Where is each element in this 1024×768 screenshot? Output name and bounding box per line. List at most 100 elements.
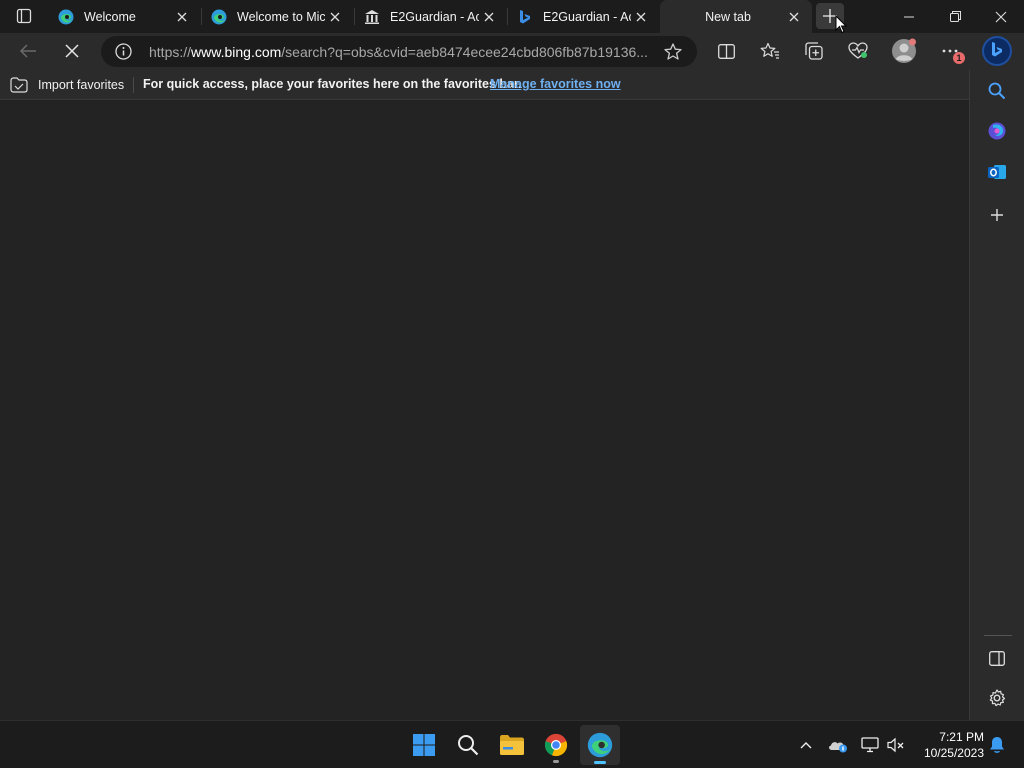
institution-icon [364, 9, 380, 25]
close-window-button[interactable] [978, 0, 1024, 33]
sidebar-settings-button[interactable] [982, 683, 1012, 713]
close-tab-icon[interactable] [172, 7, 192, 27]
hide-sidebar-button[interactable] [982, 643, 1012, 673]
active-indicator [594, 761, 606, 764]
onedrive-icon [829, 742, 847, 753]
collections-icon [805, 42, 823, 60]
tab-title: E2Guardian - Ac [543, 9, 631, 24]
volume-tray-button[interactable] [884, 733, 908, 757]
clock-time: 7:21 PM [939, 730, 984, 744]
profile-button[interactable] [887, 35, 921, 67]
close-tab-icon[interactable] [479, 7, 499, 27]
tab-new-tab[interactable]: New tab [660, 0, 812, 33]
tab-strip: Welcome Welcome to Mic E2Guardian - Ac E… [0, 0, 1024, 34]
tab-e2guardian-1[interactable]: E2Guardian - Ac [354, 0, 507, 33]
favorites-icon [760, 42, 779, 59]
sidebar-outlook-button[interactable] [982, 157, 1012, 187]
import-favorites-icon [10, 76, 30, 94]
split-screen-button[interactable] [709, 35, 743, 67]
minimize-button[interactable] [886, 0, 932, 33]
bing-icon [517, 9, 533, 25]
tab-actions-icon [16, 8, 32, 24]
outlook-icon [988, 165, 1006, 179]
favorites-bar: Import favorites For quick access, place… [0, 70, 970, 100]
close-icon [995, 11, 1007, 22]
edge-icon [211, 9, 227, 25]
import-favorites-label: Import favorites [38, 78, 125, 92]
tab-welcome-to-microsoft[interactable]: Welcome to Mic [201, 0, 353, 33]
sidebar-discover-button[interactable] [982, 116, 1012, 146]
tab-welcome[interactable]: Welcome [48, 0, 200, 33]
restore-icon [949, 11, 961, 22]
minimize-icon [904, 16, 914, 17]
chevron-up-icon [800, 742, 812, 749]
favorites-button[interactable] [753, 35, 787, 67]
chrome-taskbar-button[interactable] [536, 725, 576, 765]
bell-icon [990, 737, 1004, 753]
copilot-button[interactable] [979, 34, 1015, 68]
page-content[interactable] [0, 101, 969, 720]
clock-date: 10/25/2023 [923, 746, 984, 760]
settings-and-more-button[interactable]: 1 [933, 35, 967, 67]
sidebar-search-button[interactable] [982, 76, 1012, 106]
file-explorer-icon [500, 735, 524, 755]
bing-chat-icon [982, 36, 1012, 66]
favorites-bar-message: For quick access, place your favorites h… [143, 77, 522, 91]
windows-start-icon [413, 734, 435, 756]
edge-icon [587, 732, 613, 758]
tab-title: New tab [705, 9, 751, 24]
edge-sidebar [969, 70, 1024, 720]
heart-pulse-icon [848, 42, 868, 59]
favorite-star-icon[interactable] [663, 42, 683, 62]
mouse-cursor-icon [835, 15, 847, 34]
back-arrow-icon [19, 44, 36, 58]
copilot-icon [988, 122, 1006, 140]
taskbar-search-button[interactable] [448, 725, 488, 765]
search-icon [988, 82, 1006, 100]
back-button[interactable] [11, 35, 45, 67]
sidebar-divider [984, 635, 1012, 636]
stop-loading-button[interactable] [55, 35, 89, 67]
tab-title: Welcome to Mic [237, 9, 325, 24]
close-tab-icon[interactable] [631, 7, 651, 27]
navigation-toolbar: https://www.bing.com/search?q=obs&cvid=a… [0, 33, 1024, 70]
network-tray-button[interactable] [858, 733, 882, 757]
collections-button[interactable] [797, 35, 831, 67]
onedrive-tray-button[interactable] [826, 733, 850, 757]
volume-muted-icon [887, 737, 904, 753]
edge-taskbar-button[interactable] [580, 725, 620, 765]
plus-icon [991, 209, 1003, 221]
url-text[interactable]: https://www.bing.com/search?q=obs&cvid=a… [149, 44, 659, 60]
split-screen-icon [717, 43, 735, 59]
restore-button[interactable] [932, 0, 978, 33]
manage-favorites-link[interactable]: Manage favorites now [490, 77, 621, 91]
stop-loading-icon [65, 44, 79, 58]
windows-taskbar: 7:21 PM 10/25/2023 [0, 720, 1024, 768]
tab-actions-button[interactable] [6, 3, 42, 29]
avatar [892, 38, 916, 63]
tab-e2guardian-2[interactable]: E2Guardian - Ac [507, 0, 659, 33]
search-icon [458, 735, 479, 756]
show-hidden-icons-button[interactable] [794, 733, 818, 757]
network-icon [861, 737, 879, 753]
close-tab-icon[interactable] [784, 7, 804, 27]
sidebar-add-button[interactable] [982, 200, 1012, 230]
notification-badge: 1 [953, 52, 965, 64]
address-bar[interactable]: https://www.bing.com/search?q=obs&cvid=a… [101, 36, 697, 67]
start-button[interactable] [404, 725, 444, 765]
tab-title: E2Guardian - Ac [390, 9, 479, 24]
hide-sidebar-icon [989, 650, 1005, 666]
file-explorer-button[interactable] [492, 725, 532, 765]
system-clock[interactable]: 7:21 PM 10/25/2023 [916, 729, 984, 761]
favorites-separator [133, 77, 134, 93]
close-tab-icon[interactable] [325, 7, 345, 27]
site-info-icon[interactable] [115, 43, 132, 60]
edge-icon [58, 9, 74, 25]
gear-icon [989, 689, 1006, 707]
import-favorites-button[interactable]: Import favorites [10, 75, 124, 95]
notifications-button[interactable] [985, 733, 1009, 757]
tab-title: Welcome [84, 9, 136, 24]
chrome-icon [544, 733, 568, 757]
browser-essentials-button[interactable] [841, 35, 875, 67]
running-indicator [553, 760, 559, 763]
